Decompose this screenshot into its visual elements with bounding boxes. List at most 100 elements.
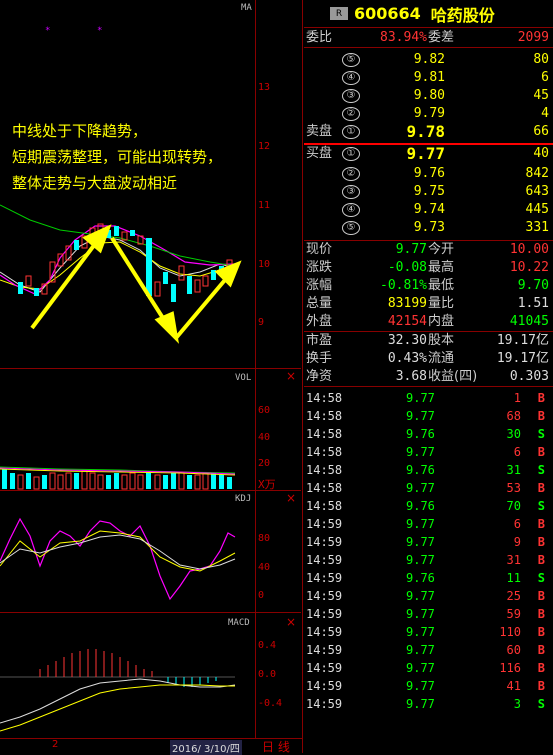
stat-key: 外盘	[306, 314, 333, 329]
annotation-line-3: 整体走势与大盘波动相近	[12, 174, 178, 192]
candles	[18, 223, 233, 302]
period-tab[interactable]: 日 线	[262, 738, 290, 755]
buy-volume: 40	[533, 146, 549, 161]
r-badge[interactable]: R	[330, 7, 348, 20]
stat-key: 最高	[428, 260, 455, 275]
trade-direction: B	[537, 589, 545, 603]
trade-ticks[interactable]: 14:58 9.77 1 B 14:58 9.77 68 B 14:58 9.76 30 S 14:58…	[304, 387, 553, 713]
trade-price: 9.76	[406, 463, 435, 477]
trade-time: 14:59	[306, 589, 343, 603]
stat-key: 总量	[306, 296, 333, 311]
trade-volume: 68	[506, 409, 521, 423]
trade-row: 14:58 9.77 1 B	[304, 389, 553, 407]
trade-volume: 41	[506, 679, 521, 693]
trend-arrows	[30, 224, 242, 344]
trade-volume: 60	[506, 643, 521, 657]
order-ratio-row: 委比 83.94% 委差 2099	[304, 28, 553, 48]
trade-row: 14:59 9.77 116 B	[304, 659, 553, 677]
price-axis	[255, 0, 301, 738]
trade-volume: 59	[506, 607, 521, 621]
trade-price: 9.77	[406, 625, 435, 639]
sell-volume: 45	[533, 88, 549, 103]
trade-time: 14:59	[306, 553, 343, 567]
tick-13: 13	[258, 82, 271, 93]
fund-key: 净资	[306, 369, 333, 384]
level-num: ②	[342, 107, 360, 121]
trade-row: 14:59 9.77 3 S	[304, 695, 553, 713]
level-num: ①	[342, 125, 360, 139]
fund-key: 换手	[306, 351, 333, 366]
wc-label: 委差	[428, 30, 455, 45]
trade-price: 9.77	[406, 553, 435, 567]
stat-key: 今开	[428, 242, 455, 257]
trade-volume: 1	[513, 391, 521, 405]
sell-price: 9.80	[413, 88, 445, 103]
trade-time: 14:59	[306, 697, 343, 711]
stat-key: 涨跌	[306, 260, 333, 275]
trade-row: 14:58 9.76 70 S	[304, 497, 553, 515]
fund-key: 股本	[428, 333, 455, 348]
stat-row-4: 总量 83199 量比 1.51	[304, 295, 553, 313]
trade-row: 14:58 9.77 68 B	[304, 407, 553, 425]
trade-price: 9.77	[406, 517, 435, 531]
buy-price: 9.74	[413, 202, 445, 217]
trade-volume: 116	[499, 661, 521, 675]
sell-level-4: ④ 9.81 6	[304, 69, 553, 87]
trade-direction: B	[537, 607, 545, 621]
trade-volume: 110	[499, 625, 521, 639]
trade-direction: S	[537, 571, 545, 585]
trade-row: 14:58 9.77 53 B	[304, 479, 553, 497]
stat-value: 1.51	[517, 296, 549, 311]
wb-label: 委比	[306, 30, 333, 45]
svg-text:*: *	[45, 26, 50, 36]
trade-time: 14:59	[306, 535, 343, 549]
chart-area[interactable]: MA * * 中线处于下降趋势， 短期震荡整理，可能出现转势， 整体走势与大盘波…	[0, 0, 303, 755]
trade-price: 9.77	[406, 643, 435, 657]
level-num: ④	[342, 203, 360, 217]
stat-key: 现价	[306, 242, 333, 257]
sell-level-1: 卖盘 ① 9.78 66	[304, 123, 553, 143]
quote-panel: R 600664 哈药股份 委比 83.94% 委差 2099 ⑤ 9.82 8…	[304, 0, 553, 753]
trade-time: 14:59	[306, 517, 343, 531]
trade-direction: S	[537, 427, 545, 441]
trade-time: 14:59	[306, 679, 343, 693]
trade-row: 14:58 9.77 6 B	[304, 443, 553, 461]
trade-row: 14:59 9.77 110 B	[304, 623, 553, 641]
trade-row: 14:59 9.77 9 B	[304, 533, 553, 551]
fund-key: 市盈	[306, 333, 333, 348]
buy-price: 9.76	[413, 166, 445, 181]
svg-text:*: *	[97, 26, 102, 36]
trade-direction: B	[537, 643, 545, 657]
buy-volume: 643	[525, 184, 549, 199]
trade-price: 9.77	[406, 679, 435, 693]
trade-time: 14:59	[306, 571, 343, 585]
fund-row-1: 市盈 32.30 股本 19.17亿	[304, 332, 553, 350]
trade-direction: S	[537, 499, 545, 513]
tick-9: 9	[258, 317, 265, 328]
trade-time: 14:58	[306, 499, 343, 513]
trade-volume: 53	[506, 481, 521, 495]
trade-price: 9.77	[406, 481, 435, 495]
trade-volume: 9	[513, 535, 521, 549]
trade-direction: S	[537, 697, 545, 711]
buy-price: 9.75	[413, 184, 445, 199]
stat-value: 10.00	[509, 242, 549, 257]
tick-11: 11	[258, 200, 271, 211]
stat-key: 涨幅	[306, 278, 333, 293]
buy-level-5: ⑤ 9.73 331	[304, 219, 553, 237]
trade-volume: 11	[506, 571, 521, 585]
sell-price: 9.82	[413, 52, 445, 67]
macd-chart	[0, 649, 236, 732]
trade-time: 14:58	[306, 445, 343, 459]
trade-price: 9.77	[406, 535, 435, 549]
trade-direction: B	[537, 481, 545, 495]
trade-price: 9.77	[406, 589, 435, 603]
stat-row-2: 涨跌 -0.08 最高 10.22	[304, 259, 553, 277]
fund-row-3: 净资 3.68 收益(四) 0.303	[304, 368, 553, 386]
analysis-annotation: 中线处于下降趋势， 短期震荡整理，可能出现转势， 整体走势与大盘波动相近	[12, 118, 222, 196]
kdj-chart	[0, 517, 236, 601]
buy-label: 买盘	[306, 146, 333, 161]
trade-time: 14:58	[306, 427, 343, 441]
trade-price: 9.77	[406, 391, 435, 405]
vol-tick-60: 60	[258, 405, 271, 416]
